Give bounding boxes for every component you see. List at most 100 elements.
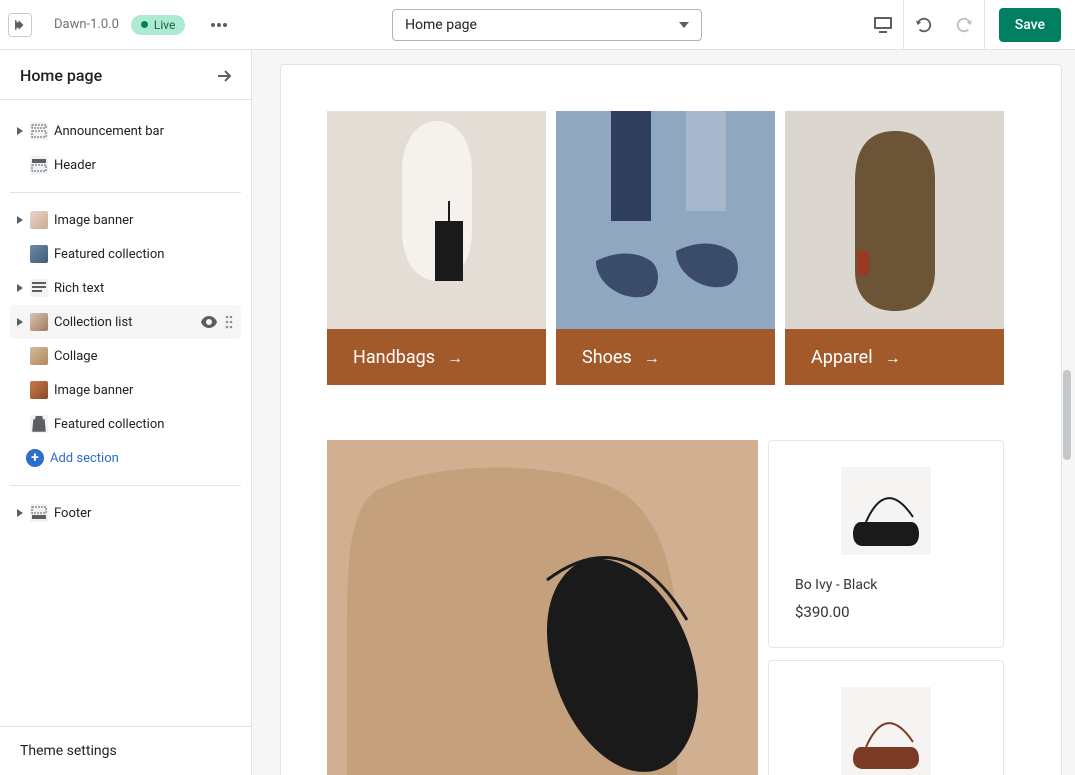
section-thumbnail — [30, 347, 48, 365]
save-button[interactable]: Save — [999, 8, 1061, 42]
collage-main-image[interactable] — [327, 440, 758, 775]
viewport-desktop-button[interactable] — [863, 0, 903, 50]
section-thumbnail — [30, 245, 48, 263]
sidebar: Home page Announcement bar Header — [0, 50, 252, 775]
collection-title: Handbags — [353, 347, 435, 368]
live-badge: Live — [131, 15, 185, 35]
product-card[interactable] — [768, 660, 1004, 775]
sidebar-item-label: Footer — [54, 506, 237, 521]
topbar: Dawn-1.0.0 Live Home page Save — [0, 0, 1075, 50]
sidebar-item-label: Collage — [54, 349, 237, 364]
richtext-icon — [30, 279, 48, 297]
collection-card-shoes[interactable]: Shoes — [556, 111, 775, 385]
collection-card-handbags[interactable]: Handbags — [327, 111, 546, 385]
divider — [10, 192, 241, 193]
add-section-label: Add section — [50, 451, 237, 466]
sidebar-item-header[interactable]: Header — [10, 148, 241, 182]
footer-icon — [30, 504, 48, 522]
redo-button[interactable] — [944, 0, 984, 50]
arrow-right-icon[interactable] — [217, 70, 231, 82]
drag-handle-icon[interactable] — [225, 315, 233, 329]
collection-image — [327, 111, 546, 329]
page-selector-label: Home page — [405, 17, 477, 33]
collection-title-bar: Handbags — [327, 329, 546, 385]
sidebar-item-label: Announcement bar — [54, 124, 237, 139]
collection-image — [785, 111, 1004, 329]
product-image — [841, 467, 931, 555]
sidebar-item-label: Featured collection — [54, 247, 237, 262]
sidebar-item-announcement-bar[interactable]: Announcement bar — [10, 114, 241, 148]
product-price: $390.00 — [795, 603, 977, 621]
sidebar-item-label: Header — [54, 158, 237, 173]
sidebar-item-label: Image banner — [54, 383, 237, 398]
sidebar-item-featured-collection-2[interactable]: Featured collection — [10, 407, 241, 441]
dots-horizontal-icon — [211, 23, 227, 27]
undo-button[interactable] — [904, 0, 944, 50]
sidebar-item-image-banner-2[interactable]: Image banner — [10, 373, 241, 407]
desktop-icon — [873, 16, 893, 34]
disclosure-triangle-icon[interactable] — [14, 318, 26, 326]
undo-icon — [915, 16, 933, 34]
featured-icon — [30, 415, 48, 433]
preview-frame[interactable]: Handbags Shoes Apparel — [280, 64, 1062, 775]
sidebar-item-footer[interactable]: Footer — [10, 496, 241, 530]
topbar-center: Home page — [231, 9, 862, 41]
body: Home page Announcement bar Header — [0, 50, 1075, 775]
sidebar-item-collage[interactable]: Collage — [10, 339, 241, 373]
theme-settings-label: Theme settings — [20, 743, 117, 759]
sidebar-header: Home page — [0, 50, 251, 100]
divider — [10, 485, 241, 486]
divider — [984, 0, 985, 50]
product-title: Bo Ivy - Black — [795, 577, 977, 593]
section-thumbnail — [30, 211, 48, 229]
topbar-left: Dawn-1.0.0 Live — [0, 13, 231, 37]
collection-image — [556, 111, 775, 329]
live-dot-icon — [141, 21, 148, 28]
disclosure-triangle-icon[interactable] — [14, 284, 26, 292]
disclosure-triangle-icon[interactable] — [14, 127, 26, 135]
sidebar-item-image-banner[interactable]: Image banner — [10, 203, 241, 237]
sidebar-item-featured-collection[interactable]: Featured collection — [10, 237, 241, 271]
sidebar-item-label: Featured collection — [54, 417, 237, 432]
header-icon — [30, 156, 48, 174]
section-list: Announcement bar Header Image banner — [0, 100, 251, 726]
page-selector[interactable]: Home page — [392, 9, 702, 41]
arrow-right-icon — [885, 347, 901, 368]
arrow-right-icon — [447, 347, 463, 368]
theme-settings-button[interactable]: Theme settings — [0, 726, 251, 775]
scrollbar-track[interactable] — [1061, 50, 1073, 775]
disclosure-triangle-icon[interactable] — [14, 509, 26, 517]
announcement-icon — [30, 122, 48, 140]
collection-list-preview: Handbags Shoes Apparel — [281, 65, 1061, 385]
collage-preview: Bo Ivy - Black $390.00 — [281, 385, 1061, 775]
sidebar-item-collection-list[interactable]: Collection list — [10, 305, 241, 339]
product-image — [841, 687, 931, 775]
live-badge-label: Live — [154, 18, 175, 32]
collection-title: Apparel — [811, 347, 873, 368]
back-button[interactable] — [8, 13, 32, 37]
collection-title-bar: Apparel — [785, 329, 1004, 385]
redo-icon — [955, 16, 973, 34]
page-title: Home page — [20, 66, 102, 85]
product-card[interactable]: Bo Ivy - Black $390.00 — [768, 440, 1004, 648]
section-thumbnail — [30, 381, 48, 399]
disclosure-triangle-icon[interactable] — [14, 216, 26, 224]
collection-title-bar: Shoes — [556, 329, 775, 385]
collection-title: Shoes — [582, 347, 632, 368]
sidebar-item-label: Image banner — [54, 213, 237, 228]
plus-circle-icon: + — [26, 449, 44, 467]
scrollbar-thumb[interactable] — [1063, 370, 1071, 460]
caret-down-icon — [679, 22, 689, 28]
arrow-right-icon — [644, 347, 660, 368]
eye-icon[interactable] — [201, 316, 217, 328]
theme-name: Dawn-1.0.0 — [54, 17, 119, 32]
section-thumbnail — [30, 313, 48, 331]
preview-canvas: Handbags Shoes Apparel — [252, 50, 1075, 775]
topbar-right: Save — [863, 0, 1075, 49]
collection-card-apparel[interactable]: Apparel — [785, 111, 1004, 385]
sidebar-item-label: Rich text — [54, 281, 237, 296]
sidebar-item-rich-text[interactable]: Rich text — [10, 271, 241, 305]
sidebar-item-label: Collection list — [54, 315, 201, 330]
more-actions-button[interactable] — [207, 13, 231, 37]
add-section-button[interactable]: + Add section — [10, 441, 241, 475]
